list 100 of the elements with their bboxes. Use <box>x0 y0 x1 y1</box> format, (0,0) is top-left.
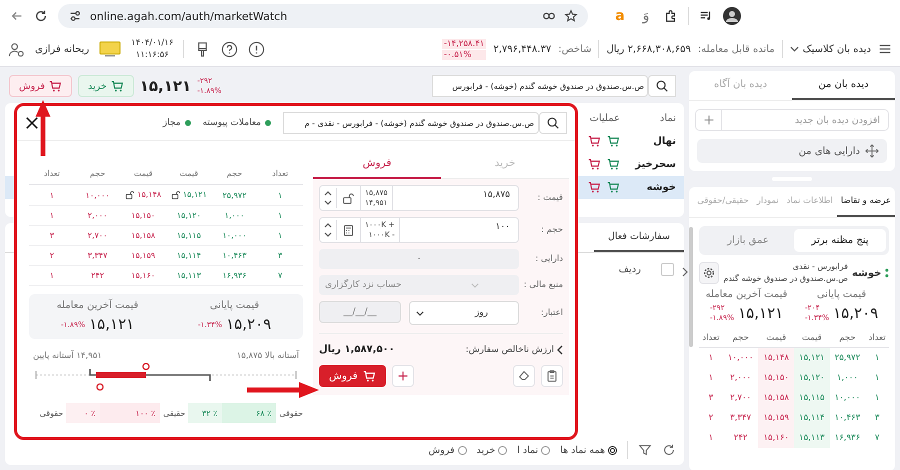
table-cell-text: ۱ <box>708 372 714 385</box>
table-cell: ۱۰,۰۰۰ <box>830 388 866 408</box>
table-cell: ۱۰,۴۶۳ <box>830 408 866 428</box>
symbol-full-name: ص.س.صندوق در صندوق خوشه گندم <box>723 273 848 285</box>
table-cell: ۱ <box>865 348 889 368</box>
table-cell: ۱۰,۰۰۰ <box>222 231 247 240</box>
table-cell: ۲,۷۰۰ <box>88 231 108 240</box>
table-cell-text: ۱ <box>874 372 880 385</box>
table-cell-text: ۲ <box>708 412 714 425</box>
balance-value: ۲,۶۶۸,۳۰۸,۶۵۹ ریال <box>606 44 691 54</box>
column-header: قیمت <box>166 165 212 184</box>
table-cell: ۲ <box>50 251 54 260</box>
table-cell-text: ۱ <box>874 392 880 405</box>
table-cell: ۳ <box>278 251 282 260</box>
column-header: حجم <box>212 165 258 184</box>
url-text: online.agah.com/auth/marketWatch <box>90 10 288 22</box>
table-cell: ۱۵,۱۶۰ <box>131 271 156 280</box>
index-label: شاخص: <box>558 44 592 54</box>
table-cell: ۱ <box>50 190 54 200</box>
column-header: تعداد <box>865 329 889 348</box>
table-cell: ۱۵,۱۴۸ <box>137 190 162 200</box>
table-cell: ۱۵,۱۱۵ <box>794 388 830 408</box>
table-cell-text: ۷ <box>874 432 880 445</box>
table-cell: ۲۴۲ <box>722 428 758 448</box>
ownership-label: حقوقی <box>40 408 64 418</box>
price-value: ۱۵,۱۲۱ <box>89 315 134 333</box>
column-header: نماد <box>658 113 677 124</box>
table-cell: ۲۵,۹۷۲ <box>222 190 247 200</box>
table-cell: ۱۶,۹۳۶ <box>830 428 866 448</box>
asset-field: ۰ <box>319 249 519 269</box>
index-change-badge: -۱۴,۲۵۸.۴۱ -۰.۵۱% <box>442 38 486 60</box>
time-text: ۱۱:۱۶:۵۶ <box>136 49 169 61</box>
table-cell: ۱,۰۰۰ <box>224 211 244 220</box>
ownership-label: حقوقی <box>279 408 303 418</box>
table-cell: ۱۵,۱۲۱ <box>182 190 207 200</box>
field-label: اعتبار: <box>540 308 563 318</box>
column-header: عملیات <box>588 113 621 124</box>
market-name: فرابورس - نقدی <box>792 261 848 273</box>
price-label: قیمت پایانی <box>816 289 866 300</box>
table-cell: ۱ <box>50 211 54 220</box>
table-cell: ۳,۳۴۷ <box>88 251 108 260</box>
table-cell: ۱۵,۱۱۳ <box>176 271 201 280</box>
price-label: قیمت پایانی <box>210 300 260 311</box>
table-cell-text: ۳ <box>708 392 714 405</box>
table-cell-text: ۳ <box>874 412 880 425</box>
table-cell: ۱ <box>278 211 282 220</box>
ownership-percent: ٪ ۰ <box>66 403 100 423</box>
table-cell: ۱۵,۱۵۸ <box>758 388 794 408</box>
column-header: تعداد <box>257 165 303 184</box>
field-label: منبع مالی : <box>522 280 563 290</box>
table-cell: ۱۵,۱۶۰ <box>758 428 794 448</box>
table-cell: ۲۴۲ <box>91 271 104 280</box>
table-cell: ۱۵,۱۴۸ <box>758 348 794 368</box>
table-cell: ۱۵,۱۱۳ <box>794 428 830 448</box>
table-cell: ۲,۰۰۰ <box>722 368 758 388</box>
field-label: دارایی : <box>534 254 563 264</box>
upper-threshold: آستانه بالا ۱۵,۸۷۵ <box>236 351 299 361</box>
gross-value: ۱,۵۸۷,۵۰۰ ریال <box>319 344 395 355</box>
table-cell: ۱۵,۱۵۰ <box>758 368 794 388</box>
ownership-percent: ٪ ۱۰۰ <box>100 403 160 423</box>
ownership-percent: ٪ ۶۸ <box>222 403 276 423</box>
date-text: ۱۴۰۴/۰۱/۱۶ <box>131 37 174 49</box>
table-cell: ۱۵,۱۵۹ <box>758 408 794 428</box>
lower-threshold: ۱۴,۹۵۱ آستانه پایین <box>33 351 102 361</box>
table-cell: ۱ <box>278 190 282 200</box>
table-cell: ۱,۰۰۰ <box>830 368 866 388</box>
table-cell: ۱۶,۹۳۶ <box>222 271 247 280</box>
my-assets-label: دارایی های من <box>798 146 860 156</box>
table-cell-text: ۱ <box>708 432 714 445</box>
column-header: حجم <box>722 329 758 348</box>
table-cell: ۱ <box>278 231 282 240</box>
table-cell: ۱۰,۴۶۳ <box>222 251 247 260</box>
table-cell: ۷ <box>278 271 282 280</box>
table-cell: ۱۵,۱۵۸ <box>131 231 156 240</box>
table-cell: ۳,۳۴۷ <box>722 408 758 428</box>
column-header: حجم <box>74 165 120 184</box>
gross-value-label: ارزش ناخالص سفارش: <box>466 344 554 354</box>
ownership-percent: ٪ ۳۲ <box>188 403 222 423</box>
column-header: تعداد <box>29 165 75 184</box>
balance-label: مانده قابل معامله: <box>698 44 775 54</box>
table-cell: ۱۵,۱۱۵ <box>176 231 201 240</box>
table-cell: ۱۰,۰۰۰ <box>86 190 110 200</box>
table-cell: ۳ <box>50 231 54 240</box>
table-cell: ۲۵,۹۷۲ <box>830 348 866 368</box>
table-cell: ۱ <box>699 348 723 368</box>
field-label: حجم : <box>540 225 563 235</box>
symbol-name: خوشه <box>646 182 677 193</box>
table-cell: ۱۵,۱۲۰ <box>176 211 201 220</box>
last-price: ۱۵,۱۲۱ <box>140 77 192 95</box>
symbol-name: نهال <box>652 136 677 147</box>
column-header: ردیف <box>618 264 641 275</box>
status-label: معاملات پیوسته <box>202 118 261 128</box>
column-header: تعداد <box>699 329 723 348</box>
status-label: مجاز <box>162 118 181 128</box>
ownership-label: حقیقی <box>163 408 186 418</box>
price-value: ۱۵,۲۰۹ <box>833 304 878 322</box>
column-header: قیمت <box>120 165 166 184</box>
table-cell: ۱۵,۱۲۱ <box>794 348 830 368</box>
index-value: ۲,۷۹۶,۴۴۸.۳۷ <box>493 44 552 54</box>
table-cell: ۱۰,۰۰۰ <box>722 348 758 368</box>
